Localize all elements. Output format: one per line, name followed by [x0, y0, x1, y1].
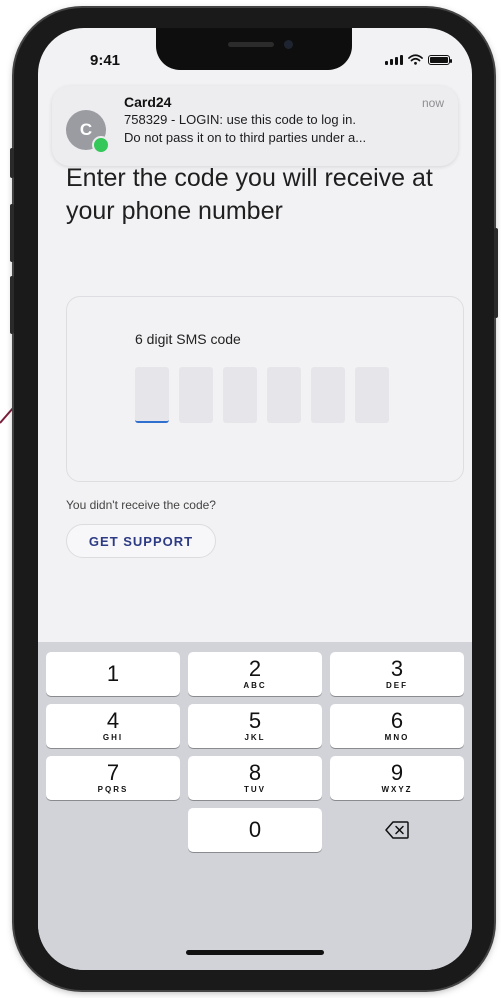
- notification-message-line2: Do not pass it on to third parties under…: [124, 130, 367, 145]
- key-9[interactable]: 9 WXYZ: [330, 756, 464, 800]
- key-letters: MNO: [384, 733, 410, 742]
- speaker-grille: [228, 42, 274, 47]
- page-title: Enter the code you will receive at your …: [66, 164, 433, 225]
- front-camera: [284, 40, 293, 49]
- key-number: 8: [248, 760, 262, 785]
- code-digit-6[interactable]: [355, 367, 389, 423]
- key-3[interactable]: 3 DEF: [330, 652, 464, 696]
- key-8[interactable]: 8 TUV: [188, 756, 322, 800]
- notification-message-line1: 758329 - LOGIN: use this code to log in.: [124, 112, 356, 127]
- notification-time: now: [421, 96, 444, 110]
- code-digit-5[interactable]: [311, 367, 345, 423]
- volume-down-button: [10, 276, 14, 334]
- numeric-keypad: 1 2 ABC 3 DEF 4 GHI 5 JKL 6 MNO 7 PQRS 8…: [38, 642, 472, 970]
- code-digit-inputs: [135, 367, 389, 423]
- key-1[interactable]: 1: [46, 652, 180, 696]
- code-label: 6 digit SMS code: [135, 331, 241, 347]
- backspace-icon: [385, 821, 409, 839]
- power-button: [494, 228, 498, 318]
- key-0[interactable]: 0: [188, 808, 322, 852]
- code-digit-4[interactable]: [267, 367, 301, 423]
- wifi-icon: [408, 54, 423, 65]
- key-number: 7: [106, 760, 120, 785]
- key-letters: GHI: [102, 733, 124, 742]
- key-5[interactable]: 5 JKL: [188, 704, 322, 748]
- home-indicator[interactable]: [186, 950, 324, 955]
- key-letters: WXYZ: [381, 785, 413, 794]
- key-number: 2: [248, 656, 262, 681]
- volume-up-button: [10, 204, 14, 262]
- notch: [156, 28, 352, 70]
- delete-key[interactable]: [330, 808, 464, 852]
- key-6[interactable]: 6 MNO: [330, 704, 464, 748]
- status-bar: 9:41: [38, 28, 472, 82]
- battery-icon: [428, 54, 452, 65]
- code-digit-1[interactable]: [135, 367, 169, 423]
- code-digit-3[interactable]: [223, 367, 257, 423]
- sms-notification[interactable]: C Card24 now 758329 - LOGIN: use this co…: [52, 86, 458, 166]
- phone-screen: 9:41 C Card24 now 758329 - LOGIN: use th…: [38, 28, 472, 970]
- key-letters: DEF: [386, 681, 408, 690]
- key-2[interactable]: 2 ABC: [188, 652, 322, 696]
- key-letters: ABC: [243, 681, 267, 690]
- mute-switch: [10, 148, 14, 178]
- key-7[interactable]: 7 PQRS: [46, 756, 180, 800]
- no-code-text: You didn't receive the code?: [66, 498, 216, 512]
- status-time: 9:41: [90, 52, 121, 69]
- key-number: 9: [390, 760, 404, 785]
- key-number: 6: [390, 708, 404, 733]
- signal-icon: [385, 54, 403, 65]
- sms-code-card: 6 digit SMS code: [66, 296, 464, 482]
- notification-app-name: Card24: [124, 94, 172, 110]
- key-number: 0: [248, 817, 262, 842]
- key-letters: TUV: [244, 785, 266, 794]
- key-4[interactable]: 4 GHI: [46, 704, 180, 748]
- messages-badge-icon: [92, 136, 110, 154]
- key-number: 1: [106, 661, 120, 686]
- key-number: 3: [390, 656, 404, 681]
- key-number: 5: [248, 708, 262, 733]
- key-letters: PQRS: [97, 785, 129, 794]
- code-digit-2[interactable]: [179, 367, 213, 423]
- status-icons: [385, 54, 452, 65]
- get-support-button[interactable]: GET SUPPORT: [66, 524, 216, 558]
- key-letters: JKL: [244, 733, 266, 742]
- key-number: 4: [106, 708, 120, 733]
